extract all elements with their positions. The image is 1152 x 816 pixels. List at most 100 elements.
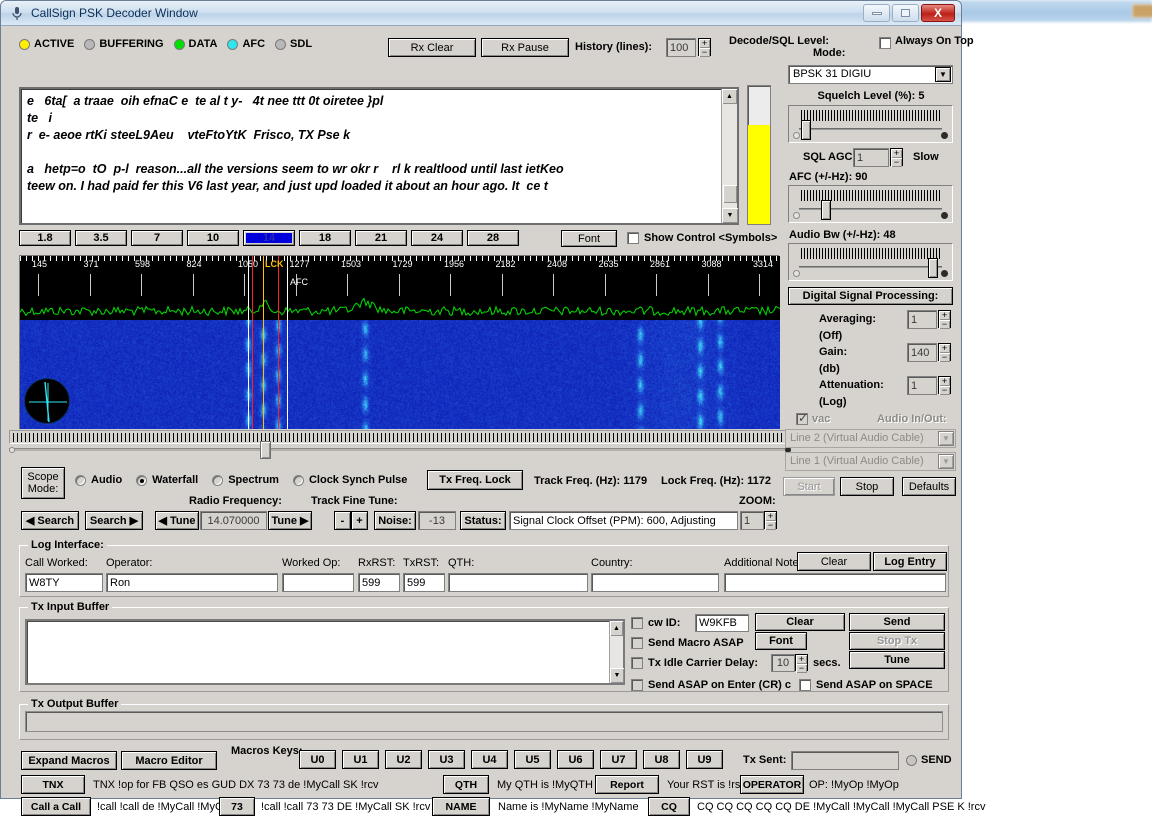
band-button-1-8[interactable]: 1.8 — [19, 230, 71, 246]
band-button-10[interactable]: 10 — [187, 230, 239, 246]
tx-idle-carrier-delay-checkbox[interactable] — [631, 657, 643, 669]
squelch-slider-thumb[interactable] — [801, 120, 811, 140]
macro-key-u8[interactable]: U8 — [643, 750, 680, 769]
rx-pause-button[interactable]: Rx Pause — [481, 38, 569, 57]
stop-tx-button[interactable]: Stop Tx — [849, 632, 945, 650]
history-lines-stepper[interactable]: + − — [698, 38, 711, 57]
zoom-down[interactable]: − — [765, 521, 776, 530]
log-field-input-0[interactable]: W8TY — [25, 573, 103, 592]
log-field-input-1[interactable]: Ron — [106, 573, 278, 592]
tx-scroll-down-icon[interactable]: ▼ — [610, 668, 624, 683]
sql-agc-down[interactable]: − — [891, 158, 902, 167]
status-button[interactable]: Status: — [460, 511, 506, 530]
radio-frequency-input[interactable]: 14.070000 — [200, 511, 267, 530]
audio-in-chevron-down-icon[interactable]: ▼ — [938, 431, 954, 446]
averaging-input[interactable]: 1 — [907, 310, 937, 329]
macro-button-report[interactable]: Report — [595, 775, 659, 794]
zoom-input[interactable]: 1 — [740, 511, 764, 530]
averaging-stepper[interactable]: + − — [938, 310, 951, 329]
search-left-button[interactable]: ◀ Search — [21, 511, 79, 530]
tx-font-button[interactable]: Font — [755, 632, 807, 650]
rx-font-button[interactable]: Font — [561, 230, 617, 247]
macro-key-u9[interactable]: U9 — [686, 750, 723, 769]
radio-spectrum[interactable] — [212, 474, 224, 486]
close-button[interactable]: X — [921, 4, 955, 22]
log-field-input-2[interactable] — [282, 573, 354, 592]
history-lines-input[interactable]: 100 — [666, 38, 696, 57]
log-clear-button[interactable]: Clear — [797, 552, 871, 571]
tx-input-textarea[interactable]: ▲ ▼ — [25, 619, 625, 685]
tx-clear-button[interactable]: Clear — [755, 613, 845, 631]
band-button-28[interactable]: 28 — [467, 230, 519, 246]
send-macro-asap-checkbox[interactable] — [631, 637, 643, 649]
macro-key-u6[interactable]: U6 — [557, 750, 594, 769]
band-button-3-5[interactable]: 3.5 — [75, 230, 127, 246]
macro-key-u2[interactable]: U2 — [385, 750, 422, 769]
minimize-button[interactable] — [863, 4, 890, 22]
tx-idle-down[interactable]: − — [796, 664, 807, 673]
noise-button[interactable]: Noise: — [374, 511, 416, 530]
audio-in-select[interactable]: Line 2 (Virtual Audio Cable) ▼ — [785, 429, 956, 448]
start-button[interactable]: Start — [783, 477, 835, 496]
scroll-up-icon[interactable]: ▲ — [722, 89, 737, 104]
macro-button-qth[interactable]: QTH — [443, 775, 489, 794]
mode-select[interactable]: BPSK 31 DIGIU ▼ — [788, 65, 953, 84]
attenuation-input[interactable]: 1 — [907, 376, 937, 395]
show-control-checkbox[interactable] — [627, 232, 639, 244]
macro-button-name[interactable]: NAME — [432, 797, 490, 816]
spectrum-waterfall-display[interactable]: 1453715988241050127715031729195621822408… — [19, 255, 780, 429]
rx-text-scrollbar[interactable]: ▲ ▼ — [721, 89, 738, 223]
send-asap-cr-checkbox[interactable] — [631, 679, 643, 691]
band-button-7[interactable]: 7 — [131, 230, 183, 246]
rx-clear-button[interactable]: Rx Clear — [388, 38, 476, 57]
macro-editor-button[interactable]: Macro Editor — [121, 751, 217, 770]
radio-audio[interactable] — [75, 474, 86, 486]
audio-out-select[interactable]: Line 1 (Virtual Audio Cable) ▼ — [785, 452, 956, 471]
squelch-slider[interactable] — [788, 105, 953, 143]
log-field-input-6[interactable] — [591, 573, 719, 592]
dsp-button[interactable]: Digital Signal Processing: — [788, 287, 953, 305]
macro-key-u1[interactable]: U1 — [342, 750, 379, 769]
tune-left-button[interactable]: ◀ Tune — [155, 511, 199, 530]
fine-tune-minus-button[interactable]: - — [334, 511, 351, 530]
band-button-24[interactable]: 24 — [411, 230, 463, 246]
afc-slider-thumb[interactable] — [821, 200, 831, 220]
macro-key-u7[interactable]: U7 — [600, 750, 637, 769]
macro-key-u3[interactable]: U3 — [428, 750, 465, 769]
band-button-21[interactable]: 21 — [355, 230, 407, 246]
chevron-down-icon[interactable]: ▼ — [935, 67, 951, 82]
audio-bw-slider-thumb[interactable] — [928, 258, 938, 278]
macro-button-73[interactable]: 73 — [219, 797, 255, 816]
radio-clock-synch-pulse[interactable] — [292, 474, 304, 486]
sql-agc-input[interactable]: 1 — [853, 148, 889, 167]
stop-button[interactable]: Stop — [840, 477, 894, 496]
gain-input[interactable]: 140 — [907, 343, 937, 362]
gain-stepper[interactable]: + − — [938, 343, 951, 362]
cw-id-input[interactable]: W9KFB — [695, 614, 749, 632]
afc-slider[interactable] — [788, 185, 953, 223]
tx-send-button[interactable]: Send — [849, 613, 945, 631]
sql-agc-stepper[interactable]: + − — [890, 148, 903, 167]
macro-button-cq[interactable]: CQ — [648, 797, 690, 816]
fine-tune-plus-button[interactable]: + — [351, 511, 368, 530]
attenuation-down[interactable]: − — [939, 386, 950, 395]
maximize-button[interactable] — [892, 4, 919, 22]
tx-tune-button[interactable]: Tune — [849, 651, 945, 669]
log-field-input-3[interactable]: 599 — [358, 573, 400, 592]
gain-down[interactable]: − — [939, 353, 950, 362]
macro-button-tnx[interactable]: TNX — [21, 775, 85, 794]
audio-bw-slider[interactable] — [788, 243, 953, 281]
log-entry-button[interactable]: Log Entry — [873, 552, 947, 571]
log-field-input-5[interactable] — [448, 573, 588, 592]
macro-key-u5[interactable]: U5 — [514, 750, 551, 769]
always-on-top-checkbox[interactable] — [879, 37, 891, 49]
scope-mode-button[interactable]: Scope Mode: — [21, 467, 65, 499]
macro-button-call-a-call[interactable]: Call a Call — [21, 797, 91, 816]
hscroll-left-dot[interactable] — [9, 447, 15, 453]
log-field-input-4[interactable]: 599 — [403, 573, 445, 592]
macro-key-u0[interactable]: U0 — [299, 750, 336, 769]
band-button-18[interactable]: 18 — [299, 230, 351, 246]
send-asap-space-checkbox[interactable] — [799, 679, 811, 691]
macro-key-u4[interactable]: U4 — [471, 750, 508, 769]
tx-freq-lock-button[interactable]: Tx Freq. Lock — [427, 470, 523, 490]
